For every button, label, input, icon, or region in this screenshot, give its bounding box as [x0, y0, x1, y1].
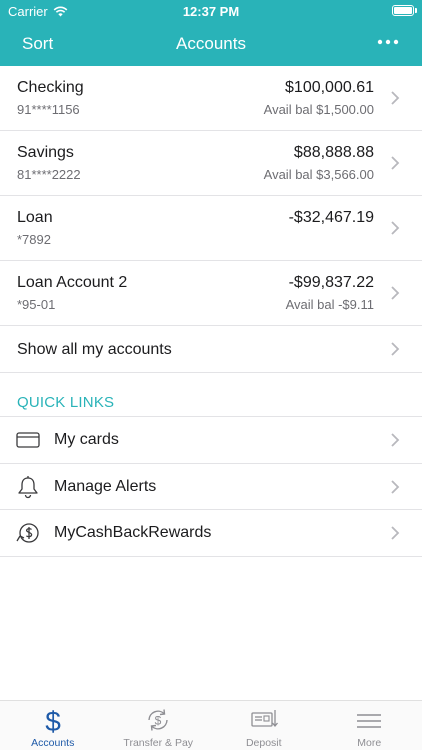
account-name: Loan — [17, 209, 53, 226]
status-bar: Carrier 12:37 PM — [0, 0, 422, 22]
quick-link-label: MyCashBackRewards — [54, 524, 212, 541]
account-balance: $88,888.88 — [293, 144, 374, 161]
dollar-icon: $ — [45, 706, 61, 734]
quick-link-my-cards[interactable]: My cards — [0, 417, 422, 464]
chevron-right-icon — [391, 286, 400, 300]
tab-transfer-pay[interactable]: $ Transfer & Pay — [106, 701, 212, 750]
account-name: Savings — [17, 144, 74, 161]
account-number: 81****2222 — [17, 167, 81, 182]
quick-link-mycashbackrewards[interactable]: MyCashBackRewards — [0, 510, 422, 557]
account-row-savings[interactable]: Savings 81****2222 $88,888.88 Avail bal … — [0, 131, 422, 196]
chevron-right-icon — [391, 526, 400, 540]
navbar: Sort Accounts — [0, 24, 422, 64]
account-number: 91****1156 — [17, 102, 80, 117]
bell-icon — [18, 475, 38, 498]
account-number: *95-01 — [17, 297, 56, 312]
quick-links-header: QUICK LINKS — [17, 394, 115, 411]
account-balance: $100,000.61 — [285, 79, 374, 96]
card-icon — [16, 432, 40, 448]
show-all-accounts-link[interactable]: Show all my accounts — [0, 326, 422, 373]
page-title: Accounts — [176, 34, 246, 53]
account-available-balance: Avail bal -$9.11 — [285, 297, 374, 312]
show-all-accounts-label: Show all my accounts — [17, 341, 172, 358]
chevron-right-icon — [391, 342, 400, 356]
account-row-loan-account-2[interactable]: Loan Account 2 *95-01 -$99,837.22 Avail … — [0, 261, 422, 326]
tab-label: Transfer & Pay — [123, 737, 194, 749]
tab-label: More — [357, 737, 382, 749]
account-available-balance: Avail bal $1,500.00 — [263, 102, 374, 117]
more-icon[interactable] — [376, 30, 400, 54]
battery-icon — [392, 5, 417, 16]
chevron-right-icon — [391, 479, 400, 494]
deposit-icon — [251, 710, 278, 728]
chevron-right-icon — [391, 433, 400, 447]
account-number: *7892 — [17, 232, 51, 247]
menu-icon — [357, 714, 382, 728]
tab-more[interactable]: More — [317, 701, 422, 750]
quick-link-label: Manage Alerts — [54, 477, 157, 495]
account-name: Loan Account 2 — [17, 274, 128, 291]
tab-label: Deposit — [245, 737, 282, 749]
tab-label: Accounts — [31, 737, 75, 749]
tab-bar: $ Accounts $ Transfer & Pay Deposit More — [0, 700, 422, 750]
status-time: 12:37 PM — [182, 4, 240, 19]
account-balance: -$99,837.22 — [288, 274, 374, 291]
transfer-icon: $ — [148, 709, 168, 731]
tab-accounts[interactable]: $ Accounts — [0, 701, 106, 750]
chevron-right-icon — [391, 156, 400, 170]
svg-text:$: $ — [45, 706, 61, 734]
account-balance: -$32,467.19 — [288, 209, 374, 226]
svg-text:$: $ — [155, 714, 162, 728]
sort-button[interactable]: Sort — [22, 34, 53, 54]
account-available-balance: Avail bal $3,566.00 — [263, 167, 374, 182]
cashback-icon — [16, 523, 39, 543]
quick-link-label: My cards — [54, 431, 119, 448]
accounts-list: Checking 91****1156 $100,000.61 Avail ba… — [0, 66, 422, 373]
chevron-right-icon — [391, 91, 400, 105]
app-header: Carrier 12:37 PM Sort Accounts — [0, 0, 422, 66]
chevron-right-icon — [391, 221, 400, 235]
account-name: Checking — [17, 79, 84, 96]
account-row-loan[interactable]: Loan *7892 -$32,467.19 — [0, 196, 422, 261]
quick-links-list: My cards Manage Alerts MyCashBackRewards — [0, 416, 422, 557]
tab-deposit[interactable]: Deposit — [211, 701, 317, 750]
quick-link-manage-alerts[interactable]: Manage Alerts — [0, 464, 422, 510]
account-row-checking[interactable]: Checking 91****1156 $100,000.61 Avail ba… — [0, 66, 422, 131]
